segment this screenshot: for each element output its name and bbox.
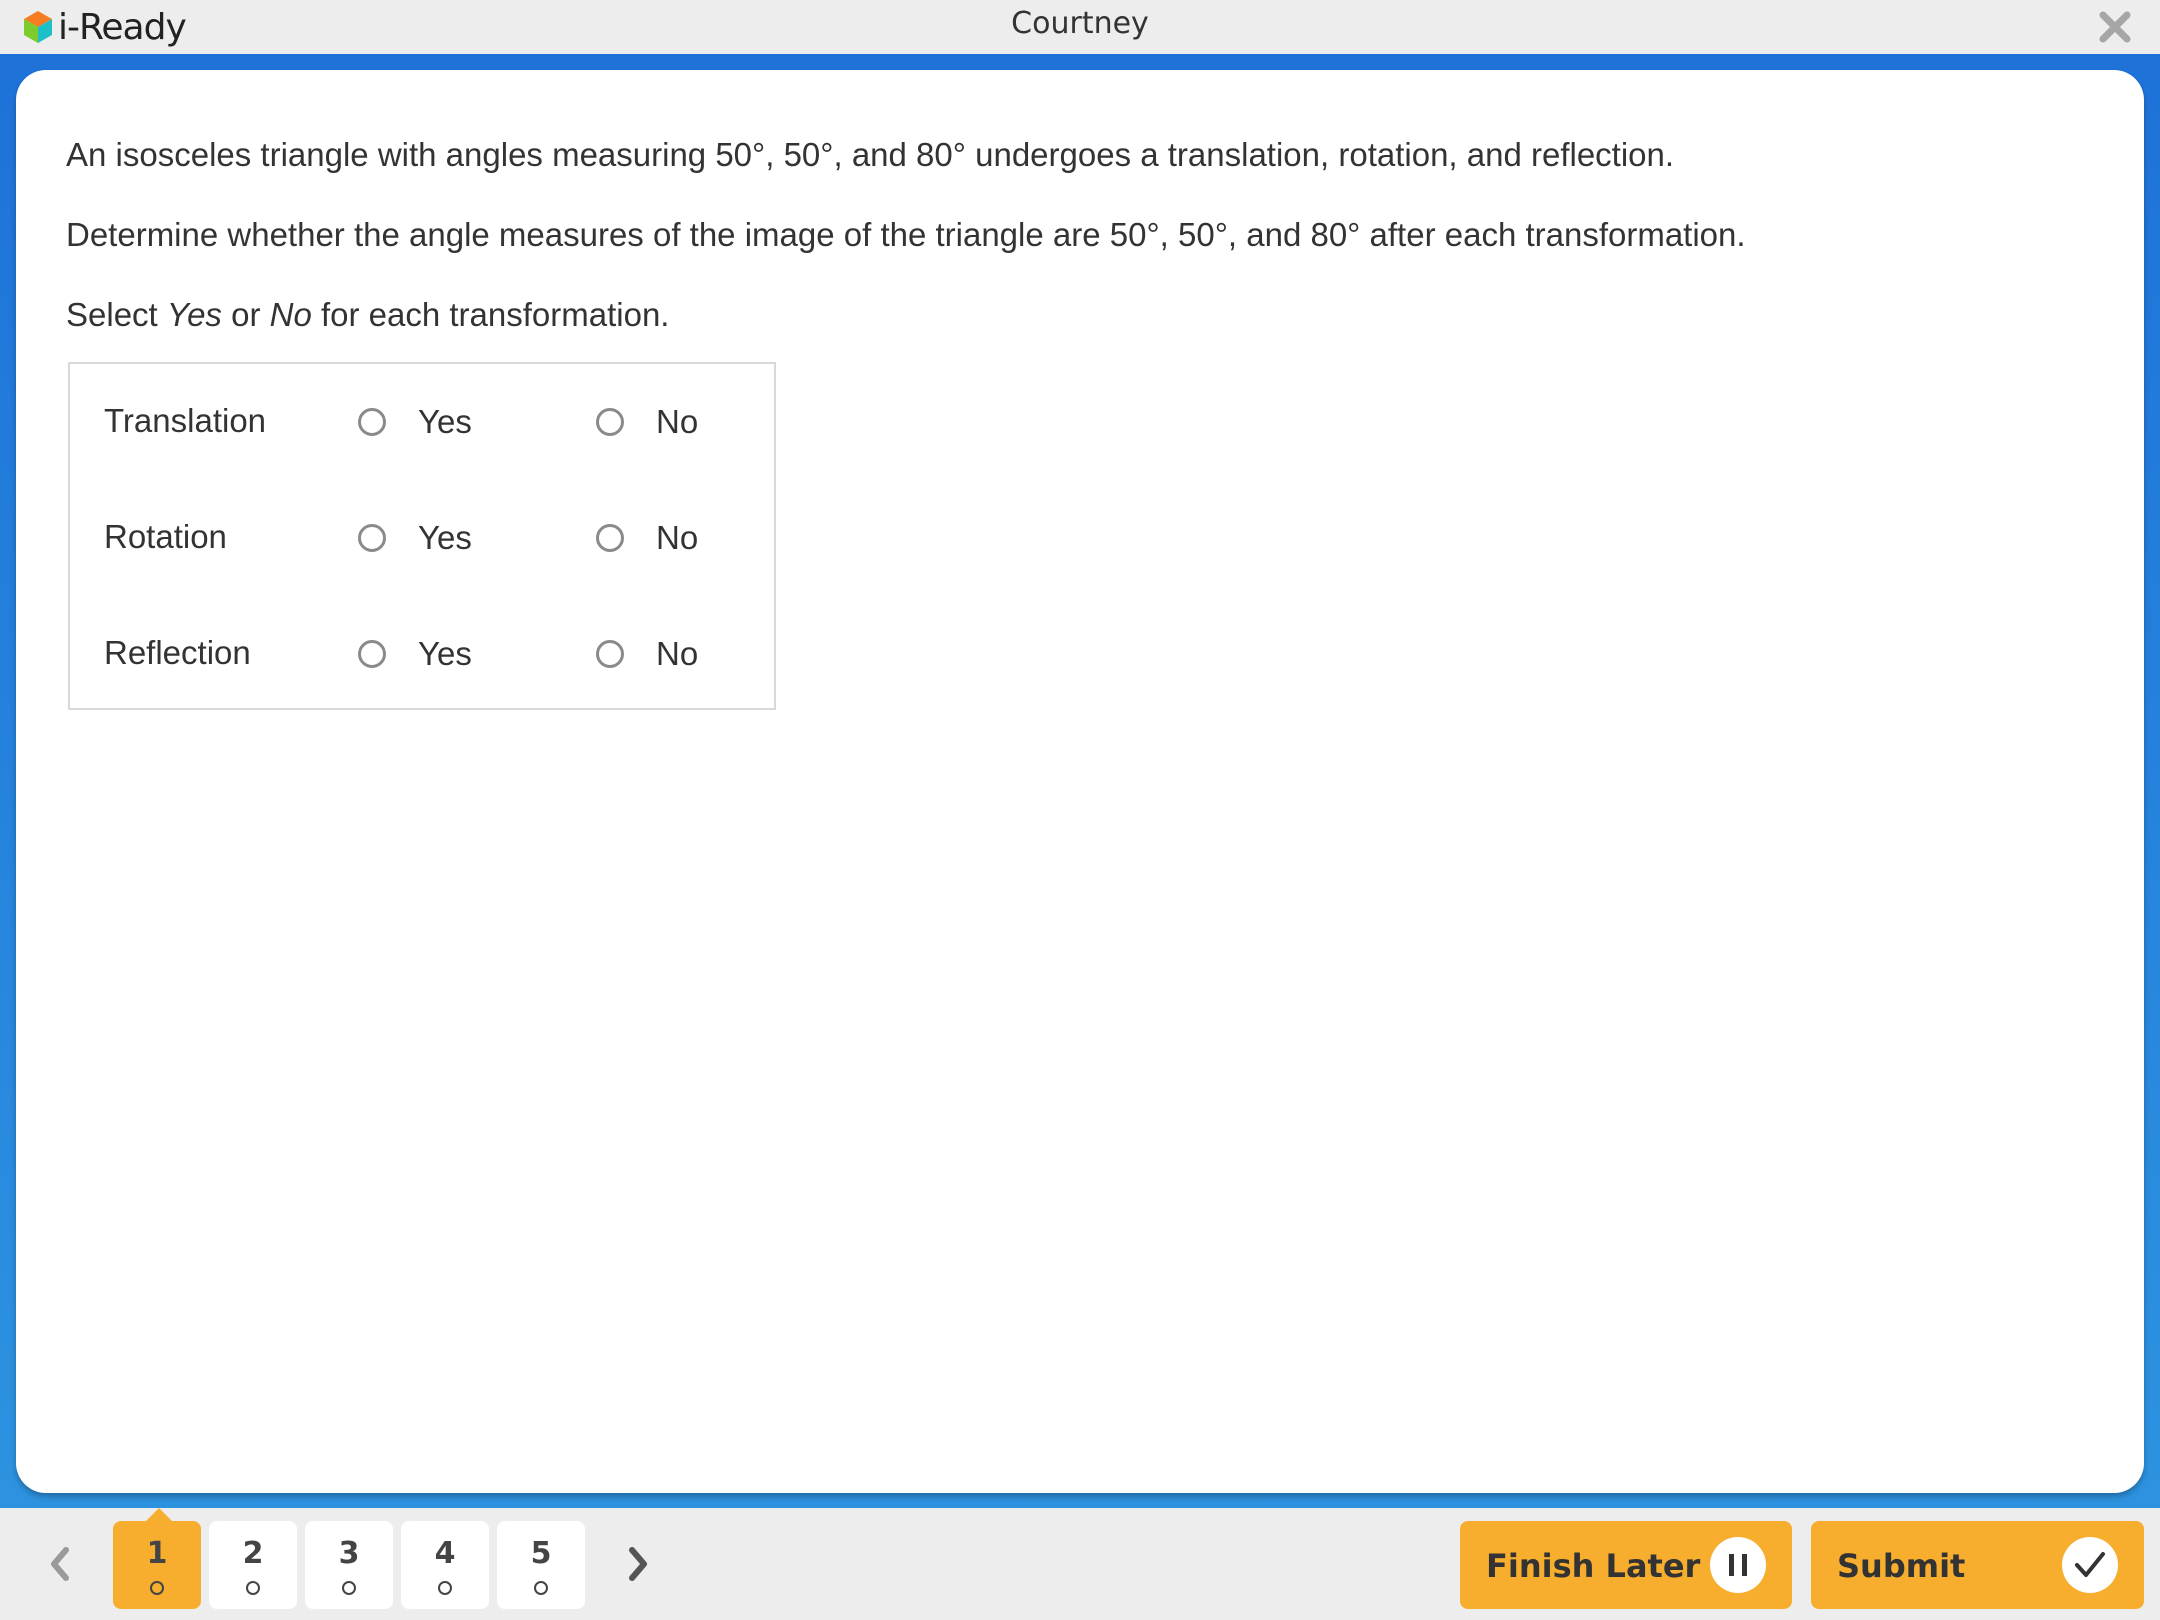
question-stage: An isosceles triangle with angles measur… [0, 54, 2160, 1508]
option-label: No [656, 635, 699, 672]
chevron-left-icon [51, 1547, 69, 1581]
radio-button[interactable] [596, 524, 624, 552]
translation-no-option[interactable]: No [596, 392, 698, 452]
page-status-dot [150, 1581, 164, 1595]
bottom-nav-bar: 1 2 3 4 5 Finish Later Submit [0, 1508, 2160, 1620]
page-number: 5 [530, 1536, 552, 1571]
submit-label: Submit [1837, 1547, 1966, 1585]
checkmark-icon [2062, 1537, 2118, 1593]
radio-button[interactable] [358, 640, 386, 668]
radio-button[interactable] [358, 524, 386, 552]
select-or: or [221, 296, 270, 333]
row-label: Rotation [104, 518, 227, 555]
select-prefix: Select [66, 296, 167, 333]
top-bar: i-Ready Courtney [0, 0, 2160, 54]
page-number: 1 [146, 1536, 168, 1571]
close-button[interactable] [2098, 10, 2132, 44]
option-label: Yes [418, 635, 472, 672]
submit-button[interactable]: Submit [1811, 1521, 2144, 1609]
page-number: 4 [434, 1536, 456, 1571]
matrix-row-rotation: Rotation Yes No [70, 508, 774, 568]
finish-later-button[interactable]: Finish Later [1460, 1521, 1792, 1609]
chevron-right-icon [629, 1547, 647, 1581]
pause-icon [1710, 1537, 1766, 1593]
radio-button[interactable] [358, 408, 386, 436]
matrix-row-reflection: Reflection Yes No [70, 624, 774, 684]
option-label: No [656, 519, 699, 556]
page-number: 2 [242, 1536, 264, 1571]
page-button-3[interactable]: 3 [305, 1521, 393, 1609]
question-prompt: An isosceles triangle with angles measur… [66, 136, 1675, 173]
next-page-button[interactable] [618, 1538, 658, 1590]
rotation-yes-option[interactable]: Yes [358, 508, 472, 568]
select-instruction: Select Yes or No for each transformation… [66, 296, 669, 334]
row-label: Reflection [104, 634, 251, 671]
previous-page-button[interactable] [40, 1538, 80, 1590]
reflection-yes-option[interactable]: Yes [358, 624, 472, 684]
question-instruction: Determine whether the angle measures of … [66, 216, 1746, 253]
page-button-4[interactable]: 4 [401, 1521, 489, 1609]
page-button-1[interactable]: 1 [113, 1521, 201, 1609]
close-icon [2099, 11, 2131, 43]
page-number: 3 [338, 1536, 360, 1571]
page-status-dot [438, 1581, 452, 1595]
select-suffix: for each transformation. [311, 296, 670, 333]
page-status-dot [246, 1581, 260, 1595]
page-button-5[interactable]: 5 [497, 1521, 585, 1609]
answer-matrix: Translation Yes No Rotation Yes No Refle… [68, 362, 776, 710]
page-status-dot [534, 1581, 548, 1595]
row-label: Translation [104, 402, 267, 439]
select-yes: Yes [166, 296, 222, 333]
finish-later-label: Finish Later [1486, 1547, 1701, 1585]
option-label: No [656, 403, 699, 440]
rotation-no-option[interactable]: No [596, 508, 698, 568]
page-status-dot [342, 1581, 356, 1595]
question-card: An isosceles triangle with angles measur… [16, 70, 2144, 1493]
reflection-no-option[interactable]: No [596, 624, 698, 684]
page-button-2[interactable]: 2 [209, 1521, 297, 1609]
radio-button[interactable] [596, 640, 624, 668]
radio-button[interactable] [596, 408, 624, 436]
matrix-row-translation: Translation Yes No [70, 392, 774, 452]
option-label: Yes [418, 519, 472, 556]
translation-yes-option[interactable]: Yes [358, 392, 472, 452]
select-no: No [269, 296, 312, 333]
user-name: Courtney [1011, 6, 1149, 41]
option-label: Yes [418, 403, 472, 440]
current-page-pointer [145, 1508, 173, 1522]
